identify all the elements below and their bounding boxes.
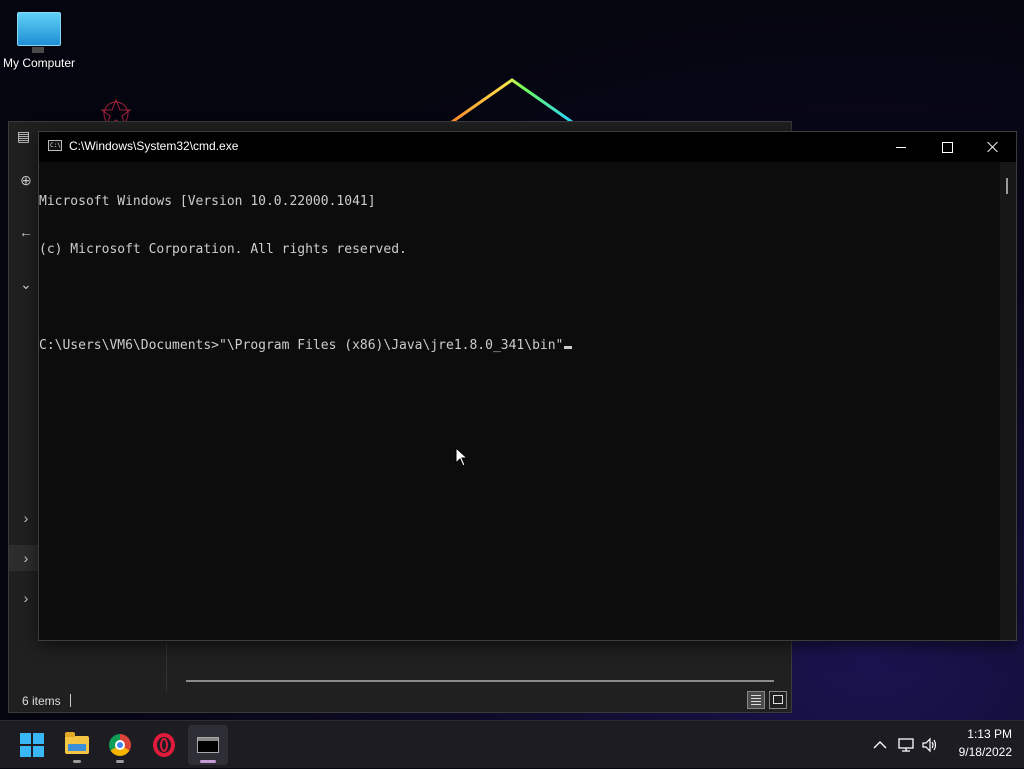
details-view-icon <box>751 695 761 705</box>
vertical-scrollbar[interactable] <box>1000 162 1016 640</box>
file-explorer-icon <box>65 732 89 754</box>
desktop-icon-label: My Computer <box>2 56 76 70</box>
show-hidden-icons-button[interactable] <box>871 721 889 769</box>
explorer-window-icon: ▤ <box>17 128 31 144</box>
back-arrow-icon[interactable]: ← <box>18 224 34 240</box>
new-item-icon[interactable]: ⊕ <box>18 172 34 189</box>
taskbar-chrome[interactable] <box>100 725 140 765</box>
desktop-icon-my-computer[interactable]: My Computer <box>0 8 78 70</box>
cmd-window-title: C:\Windows\System32\cmd.exe <box>69 139 239 153</box>
large-icons-view-icon <box>773 695 783 704</box>
volume-icon <box>922 737 937 753</box>
maximize-button[interactable] <box>924 132 970 162</box>
console-line: (c) Microsoft Corporation. All rights re… <box>39 242 407 257</box>
chevron-right-icon[interactable]: › <box>18 590 34 606</box>
taskbar: 1:13 PM 9/18/2022 <box>0 720 1024 768</box>
console-line: Microsoft Windows [Version 10.0.22000.10… <box>39 194 376 209</box>
status-item-count: 6 items <box>22 694 61 708</box>
minimize-icon <box>896 146 906 148</box>
minimize-button[interactable] <box>878 132 924 162</box>
running-indicator <box>116 760 124 763</box>
chevron-up-icon <box>873 741 887 749</box>
chevron-right-icon[interactable]: › <box>18 510 34 526</box>
cmd-window-icon: C:\ <box>48 140 62 151</box>
chrome-icon <box>109 734 131 756</box>
taskbar-opera[interactable] <box>144 725 184 765</box>
pane-divider[interactable] <box>166 642 167 692</box>
cmd-title-bar[interactable]: C:\ C:\Windows\System32\cmd.exe <box>39 132 1016 162</box>
running-indicator <box>73 760 81 763</box>
start-icon <box>20 733 44 757</box>
monitor-icon <box>17 12 61 53</box>
chevron-down-icon[interactable]: ⌄ <box>18 276 34 293</box>
active-indicator <box>200 760 216 763</box>
chevron-right-icon[interactable]: › <box>18 550 34 566</box>
console-input-line[interactable]: C:\Users\VM6\Documents>"\Program Files (… <box>39 338 1000 354</box>
text-cursor <box>564 346 573 349</box>
console-output[interactable]: Microsoft Windows [Version 10.0.22000.10… <box>39 162 1000 640</box>
command-prompt-window[interactable]: C:\ C:\Windows\System32\cmd.exe Microsof… <box>38 131 1017 641</box>
scrollbar-thumb[interactable] <box>1006 178 1008 194</box>
close-button[interactable] <box>970 132 1016 162</box>
opera-icon <box>153 733 175 757</box>
network-button[interactable] <box>897 721 919 769</box>
command-prompt-icon <box>197 737 219 753</box>
taskbar-clock[interactable]: 1:13 PM 9/18/2022 <box>948 725 1018 765</box>
taskbar-file-explorer[interactable] <box>57 725 97 765</box>
wallpaper-triangle <box>451 78 573 122</box>
desktop: My Computer ▤ ⊕ ← ⌄ › › › 6 items C:\ C:… <box>0 0 1024 720</box>
clock-date: 9/18/2022 <box>958 745 1012 759</box>
clock-time: 1:13 PM <box>967 727 1012 741</box>
console-command-text: C:\Users\VM6\Documents>"\Program Files (… <box>39 338 564 353</box>
close-icon <box>987 141 999 153</box>
details-view-button[interactable] <box>747 691 765 709</box>
network-icon <box>898 738 914 752</box>
large-icons-view-button[interactable] <box>769 691 787 709</box>
mouse-pointer-icon <box>455 447 469 467</box>
taskbar-command-prompt[interactable] <box>188 725 228 765</box>
horizontal-scrollbar[interactable] <box>186 680 774 682</box>
start-button[interactable] <box>12 725 52 765</box>
volume-button[interactable] <box>921 721 943 769</box>
status-separator <box>70 694 71 707</box>
maximize-icon <box>941 141 953 153</box>
